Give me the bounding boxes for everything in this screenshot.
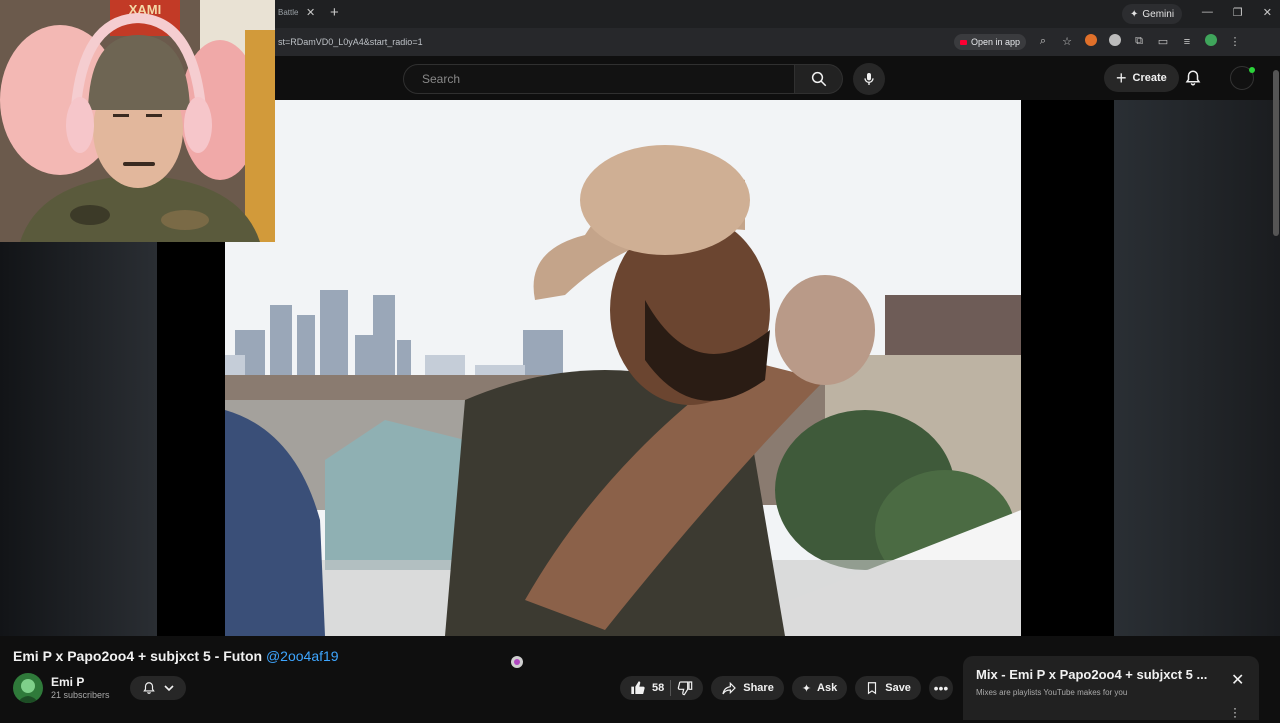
chevron-down-icon bbox=[164, 685, 174, 692]
bell-icon bbox=[143, 682, 155, 694]
microphone-icon bbox=[864, 73, 874, 85]
zoom-icon[interactable]: ⌕ bbox=[1036, 35, 1050, 48]
ambient-right bbox=[1114, 100, 1280, 636]
video-actions: 58 Share ✦ Ask Save ••• bbox=[620, 676, 953, 700]
more-vertical-icon[interactable]: · · · bbox=[1233, 702, 1237, 722]
save-button[interactable]: Save bbox=[855, 676, 921, 700]
profile-avatar-icon[interactable] bbox=[1204, 34, 1218, 49]
search-button[interactable] bbox=[795, 64, 843, 94]
tab-close-icon[interactable]: ✕ bbox=[306, 6, 315, 19]
thumbs-up-icon bbox=[631, 681, 645, 694]
open-in-app-button[interactable]: Open in app bbox=[954, 34, 1027, 50]
like-count: 58 bbox=[652, 682, 665, 694]
mix-subtitle: Mixes are playlists YouTube makes for yo… bbox=[976, 688, 1128, 697]
channel-avatar-image bbox=[13, 673, 43, 703]
notifications-bell-icon[interactable] bbox=[1184, 68, 1202, 88]
subscriber-count: 21 subscribers bbox=[51, 690, 110, 700]
toolbar-icons: ⌕ ☆ ⧉ ▭ ≡ ⋮ bbox=[1036, 34, 1242, 49]
video-frame[interactable] bbox=[225, 100, 1021, 636]
ask-label: Ask bbox=[817, 682, 838, 694]
mix-title[interactable]: Mix - Emi P x Papo2oo4 + subjxct 5 ... bbox=[976, 667, 1207, 682]
thumbs-down-icon bbox=[677, 681, 693, 696]
close-icon[interactable]: ✕ bbox=[1231, 670, 1244, 690]
bookmark-star-icon[interactable]: ☆ bbox=[1060, 35, 1074, 48]
tab-title[interactable]: Battle bbox=[278, 8, 298, 17]
open-in-app-label: Open in app bbox=[971, 37, 1021, 47]
share-button[interactable]: Share bbox=[711, 676, 784, 700]
window-controls: — ❐ ✕ bbox=[1202, 6, 1272, 19]
search-icon bbox=[811, 71, 826, 87]
webcam-scene: XAMI bbox=[0, 0, 275, 242]
video-title: Emi P x Papo2oo4 + subjxct 5 - Futon @2o… bbox=[13, 648, 339, 664]
puzzle-icon[interactable]: ⧉ bbox=[1132, 35, 1146, 48]
video-title-text: Emi P x Papo2oo4 + subjxct 5 - Futon bbox=[13, 648, 263, 664]
save-label: Save bbox=[885, 682, 911, 694]
bookmark-icon bbox=[868, 682, 877, 695]
close-window-icon[interactable]: ✕ bbox=[1263, 6, 1272, 19]
ambient-left bbox=[0, 242, 157, 636]
media-control-icon[interactable]: ≡ bbox=[1180, 36, 1194, 48]
search-box[interactable] bbox=[403, 64, 795, 94]
scrollbar-thumb[interactable] bbox=[1273, 70, 1279, 236]
like-dislike-group: 58 bbox=[620, 676, 704, 700]
title-handle-link[interactable]: @2oo4af19 bbox=[266, 648, 339, 664]
create-button[interactable]: + Create bbox=[1104, 64, 1179, 92]
sparkle-icon: ✦ bbox=[1130, 8, 1139, 20]
restore-icon[interactable]: ❐ bbox=[1233, 6, 1243, 19]
account-avatar[interactable] bbox=[1230, 66, 1255, 90]
extension-icon[interactable] bbox=[1108, 34, 1122, 49]
more-actions-button[interactable]: ••• bbox=[928, 676, 953, 700]
mouse-cursor-icon bbox=[507, 652, 527, 677]
divider bbox=[670, 680, 672, 696]
channel-avatar[interactable] bbox=[13, 673, 43, 703]
gemini-label: Gemini bbox=[1142, 8, 1175, 20]
webcam-overlay: XAMI bbox=[0, 0, 275, 242]
subscription-bell-button[interactable] bbox=[130, 676, 186, 700]
dislike-button[interactable] bbox=[677, 680, 693, 696]
share-icon bbox=[722, 681, 737, 695]
extension-icon[interactable] bbox=[1084, 34, 1098, 49]
like-button[interactable]: 58 bbox=[630, 680, 664, 696]
youtube-logo-icon bbox=[960, 39, 967, 45]
create-label: Create bbox=[1132, 72, 1167, 84]
search-input[interactable] bbox=[420, 71, 784, 87]
more-horizontal-icon: ••• bbox=[933, 680, 949, 696]
ask-button[interactable]: ✦ Ask bbox=[791, 676, 848, 700]
mix-playlist-card[interactable]: Mix - Emi P x Papo2oo4 + subjxct 5 ... M… bbox=[963, 656, 1259, 722]
url-text[interactable]: st=RDamVD0_L0yA4&start_radio=1 bbox=[278, 37, 423, 47]
minimize-icon[interactable]: — bbox=[1202, 6, 1213, 19]
video-scene bbox=[225, 100, 1021, 636]
channel-name[interactable]: Emi P bbox=[51, 675, 84, 689]
sparkle-icon: ✦ bbox=[801, 682, 812, 695]
cast-icon[interactable]: ▭ bbox=[1156, 35, 1170, 48]
plus-icon: + bbox=[1116, 68, 1127, 88]
new-tab-button[interactable]: + bbox=[330, 4, 339, 21]
gemini-button[interactable]: ✦ Gemini bbox=[1122, 4, 1183, 24]
voice-search-button[interactable] bbox=[853, 63, 885, 95]
chrome-menu-icon[interactable]: ⋮ bbox=[1228, 35, 1242, 48]
share-label: Share bbox=[743, 682, 774, 694]
